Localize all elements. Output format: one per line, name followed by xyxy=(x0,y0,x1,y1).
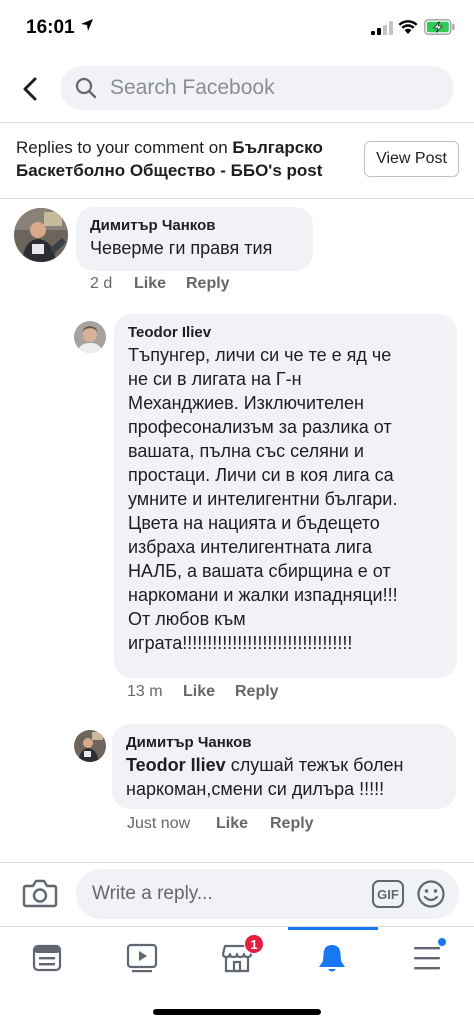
comment-line: Цвета на нацията и бъдещето xyxy=(128,513,380,533)
wifi-icon xyxy=(398,20,418,34)
comment-time: 13 m xyxy=(127,683,163,700)
notifications-icon xyxy=(319,945,345,972)
comment-line: наркомани и жалки изпадняци!!! xyxy=(128,585,398,605)
avatar[interactable] xyxy=(74,321,106,353)
comment-line-text: слушай тежък болен xyxy=(225,755,404,775)
location-arrow-icon xyxy=(81,19,93,31)
reply-button[interactable]: Reply xyxy=(186,275,230,293)
like-button[interactable]: Like xyxy=(183,683,235,701)
nav-menu[interactable] xyxy=(380,928,474,988)
comment-line: простаци. Личи си в коя лига са xyxy=(128,465,394,485)
comment-bubble[interactable]: Димитър Чанков Teodor Iliev слушай тежък… xyxy=(112,724,456,809)
comment-meta: Just now Like Reply xyxy=(127,815,314,833)
divider xyxy=(0,862,474,863)
nav-marketplace[interactable] xyxy=(190,928,284,988)
camera-icon xyxy=(22,879,58,908)
nav-news-feed[interactable] xyxy=(0,928,94,988)
comment-line: Тъпунгер, личи си че те е яд че xyxy=(128,345,392,365)
comment-line: играта!!!!!!!!!!!!!!!!!!!!!!!!!!!!!!!!!! xyxy=(128,633,353,653)
comment-bubble[interactable]: Димитър Чанков Чеверме ги правя тия xyxy=(76,207,313,271)
comment-time: Just now xyxy=(127,815,191,832)
menu-notification-dot xyxy=(437,937,447,947)
chevron-left-icon xyxy=(23,77,37,101)
comment-meta: 2 d Like Reply xyxy=(90,275,230,293)
comment-line: НАЛБ, а вашата сбирщина е от xyxy=(128,561,391,581)
nav-watch[interactable] xyxy=(95,928,189,988)
avatar[interactable] xyxy=(74,730,106,762)
comment-line: Teodor Iliev слушай тежък болен xyxy=(126,753,442,777)
gif-button[interactable]: GIF xyxy=(372,880,404,908)
comment-author[interactable]: Димитър Чанков xyxy=(126,733,442,753)
replies-context-text: Replies to your comment on Българско Бас… xyxy=(16,136,352,182)
like-button[interactable]: Like xyxy=(134,275,186,293)
comment-line: не си в лигата на Г-н xyxy=(128,369,302,389)
comment-bubble[interactable]: Teodor Iliev Тъпунгер, личи си че те е я… xyxy=(114,314,457,678)
watch-icon xyxy=(126,943,158,973)
status-bar: 16:01 xyxy=(0,0,474,56)
news-feed-icon xyxy=(32,944,62,972)
like-button[interactable]: Like xyxy=(216,815,270,833)
battery-charging-icon xyxy=(424,19,455,35)
avatar[interactable] xyxy=(14,208,68,262)
reply-button[interactable]: Reply xyxy=(235,683,279,701)
cellular-signal-icon xyxy=(371,21,393,35)
search-input[interactable] xyxy=(110,66,440,110)
divider xyxy=(0,926,474,927)
comment-text: Чеверме ги правя тия xyxy=(90,238,273,258)
divider xyxy=(0,122,474,123)
search-bar[interactable] xyxy=(60,66,454,110)
mention-link[interactable]: Teodor Iliev xyxy=(126,755,226,775)
reply-composer[interactable]: GIF xyxy=(76,869,459,919)
comment-meta: 13 m Like Reply xyxy=(127,683,279,701)
status-time: 16:01 xyxy=(26,17,75,38)
comment-line: Механджиев. Изключителен xyxy=(128,393,364,413)
divider xyxy=(0,198,474,199)
comment-text: Тъпунгер, личи си че те е яд че не си в … xyxy=(128,343,443,655)
context-prefix: Replies to your comment on xyxy=(16,138,233,157)
comment-line: умните и интелигентни българи. xyxy=(128,489,398,509)
camera-button[interactable] xyxy=(22,876,58,915)
reply-button[interactable]: Reply xyxy=(270,815,314,833)
comment-author[interactable]: Teodor Iliev xyxy=(128,323,443,343)
notification-badge: 1 xyxy=(244,934,264,954)
nav-notifications[interactable] xyxy=(285,928,379,988)
comment-line: вашата, пълна със селяни и xyxy=(128,441,364,461)
emoji-icon[interactable] xyxy=(416,879,446,909)
search-icon xyxy=(75,77,97,99)
menu-icon xyxy=(414,947,440,970)
comment-text: Teodor Iliev слушай тежък болен наркоман… xyxy=(126,753,442,801)
context-suffix: 's post xyxy=(268,161,323,180)
back-button[interactable] xyxy=(16,74,46,104)
comment-line: избраха интелигентната лига xyxy=(128,537,372,557)
comment-line: От любов към xyxy=(128,609,246,629)
view-post-button[interactable]: View Post xyxy=(364,141,459,177)
comment-author[interactable]: Димитър Чанков xyxy=(90,216,299,236)
comment-line: наркоман,смени си дилъра !!!!! xyxy=(126,779,385,799)
reply-input[interactable] xyxy=(92,869,362,919)
comment-time: 2 d xyxy=(90,275,113,292)
comment-line: професонализъм за разлика от xyxy=(128,417,392,437)
home-indicator[interactable] xyxy=(153,1009,321,1015)
